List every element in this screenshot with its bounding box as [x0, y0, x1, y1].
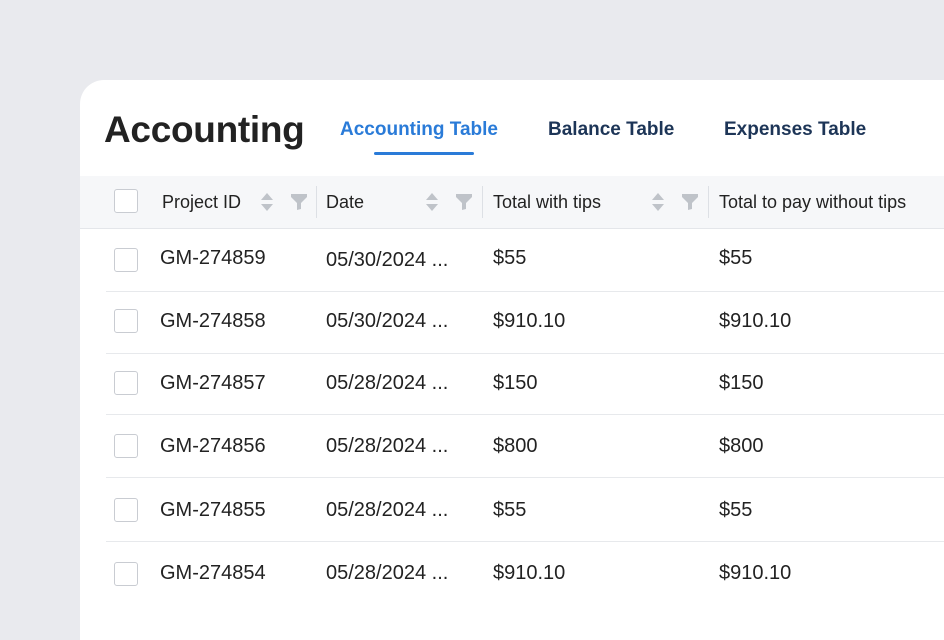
- cell-project-id: GM-274855: [160, 499, 266, 521]
- row-checkbox[interactable]: [114, 309, 138, 333]
- sort-icon[interactable]: [260, 191, 274, 213]
- cell-project-id: GM-274857: [160, 372, 266, 394]
- table-row[interactable]: GM-274855 05/28/2024 ... $55 $55: [80, 479, 944, 542]
- column-divider[interactable]: [316, 186, 317, 218]
- table-row[interactable]: GM-274858 05/30/2024 ... $910.10 $910.10: [80, 291, 944, 354]
- row-divider: [106, 477, 944, 478]
- cell-project-id: GM-274859: [160, 247, 266, 269]
- cell-date: 05/30/2024 ...: [326, 310, 449, 332]
- cell-total-without-tips: $55: [719, 499, 753, 521]
- table-row[interactable]: GM-274857 05/28/2024 ... $150 $150: [80, 352, 944, 415]
- filter-icon[interactable]: [455, 193, 473, 211]
- cell-date: 05/28/2024 ...: [326, 499, 449, 521]
- cell-total-without-tips: $800: [719, 435, 764, 457]
- cell-total-with-tips: $910.10: [493, 562, 566, 584]
- cell-total-with-tips: $150: [493, 372, 538, 394]
- cell-project-id: GM-274854: [160, 562, 266, 584]
- cell-total-without-tips: $55: [719, 247, 753, 269]
- column-header-total-with-tips[interactable]: Total with tips: [493, 176, 601, 228]
- cell-total-without-tips: $910.10: [719, 310, 792, 332]
- column-divider[interactable]: [482, 186, 483, 218]
- accounting-card: Accounting Accounting Table Balance Tabl…: [80, 80, 944, 640]
- sort-icon[interactable]: [425, 191, 439, 213]
- cell-project-id: GM-274856: [160, 435, 266, 457]
- cell-project-id: GM-274858: [160, 310, 266, 332]
- tab-expenses-table[interactable]: Expenses Table: [724, 116, 866, 144]
- sort-icon[interactable]: [651, 191, 665, 213]
- table-row[interactable]: GM-274854 05/28/2024 ... $910.10 $910.10: [80, 542, 944, 605]
- table-header: Project ID Date Total with tips Total to…: [80, 176, 944, 229]
- cell-total-with-tips: $55: [493, 247, 527, 269]
- column-header-total-without-tips[interactable]: Total to pay without tips: [719, 176, 906, 228]
- tab-accounting-table[interactable]: Accounting Table: [340, 116, 498, 144]
- cell-total-without-tips: $910.10: [719, 562, 792, 584]
- page-title: Accounting: [104, 109, 305, 150]
- cell-date: 05/28/2024 ...: [326, 435, 449, 457]
- column-header-project-id[interactable]: Project ID: [162, 176, 241, 228]
- cell-date: 05/28/2024 ...: [326, 372, 449, 394]
- row-checkbox[interactable]: [114, 562, 138, 586]
- cell-date: 05/28/2024 ...: [326, 562, 449, 584]
- row-checkbox[interactable]: [114, 434, 138, 458]
- filter-icon[interactable]: [290, 193, 308, 211]
- column-divider[interactable]: [708, 186, 709, 218]
- table-row[interactable]: GM-274856 05/28/2024 ... $800 $800: [80, 415, 944, 478]
- tab-balance-table[interactable]: Balance Table: [548, 116, 674, 144]
- row-checkbox[interactable]: [114, 248, 138, 272]
- cell-total-without-tips: $150: [719, 372, 764, 394]
- filter-icon[interactable]: [681, 193, 699, 211]
- row-checkbox[interactable]: [114, 498, 138, 522]
- cell-total-with-tips: $800: [493, 435, 538, 457]
- cell-date: 05/30/2024 ...: [326, 249, 449, 271]
- select-all-checkbox[interactable]: [114, 189, 138, 213]
- cell-total-with-tips: $910.10: [493, 310, 566, 332]
- table-row[interactable]: GM-274859 05/30/2024 ... $55 $55: [80, 229, 944, 292]
- row-checkbox[interactable]: [114, 371, 138, 395]
- active-tab-indicator: [374, 152, 474, 155]
- column-header-date[interactable]: Date: [326, 176, 364, 228]
- cell-total-with-tips: $55: [493, 499, 527, 521]
